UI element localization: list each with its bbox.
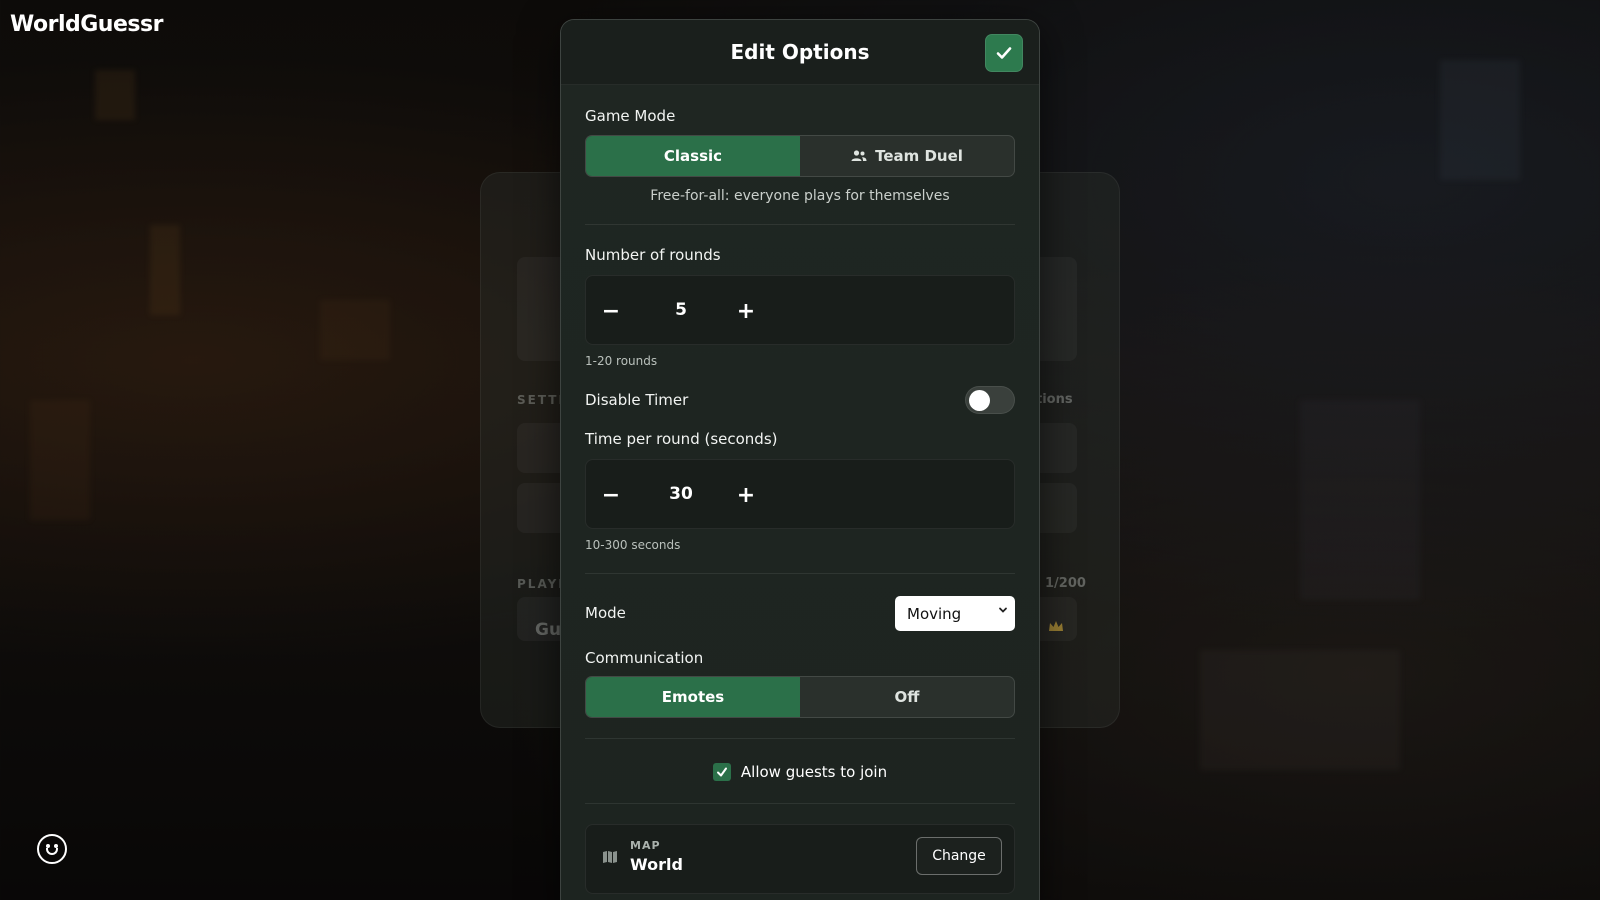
allow-guests-row: Allow guests to join xyxy=(561,763,1039,781)
lobby-options-text: tions xyxy=(1036,392,1073,407)
emote-button[interactable] xyxy=(37,834,67,864)
app-logo[interactable]: WorldGuessr xyxy=(10,12,163,37)
disable-timer-label: Disable Timer xyxy=(585,391,689,409)
lobby-player-count: 1/200 xyxy=(1045,576,1086,591)
modal-title: Edit Options xyxy=(730,40,870,64)
confirm-button[interactable] xyxy=(985,34,1023,72)
allow-guests-checkbox[interactable] xyxy=(712,763,731,781)
game-mode-classic-label: Classic xyxy=(663,147,723,165)
time-decrement-button[interactable]: − xyxy=(598,482,624,508)
communication-selector: Emotes Off xyxy=(585,676,1015,718)
chevron-down-icon xyxy=(999,607,1007,613)
rounds-hint: 1-20 rounds xyxy=(585,354,658,368)
map-card: MAP World Change xyxy=(585,824,1015,894)
communication-emotes-label: Emotes xyxy=(661,688,725,706)
users-icon xyxy=(851,150,867,161)
time-value[interactable]: 30 xyxy=(646,484,716,504)
map-icon xyxy=(603,851,617,863)
toggle-knob xyxy=(969,390,990,411)
check-icon xyxy=(996,47,1012,59)
check-icon xyxy=(716,767,727,777)
game-mode-team-duel-label: Team Duel xyxy=(875,147,963,165)
divider xyxy=(585,738,1015,739)
modal-header: Edit Options xyxy=(561,20,1039,85)
rounds-label: Number of rounds xyxy=(585,246,721,264)
disable-timer-toggle[interactable] xyxy=(965,386,1015,414)
time-hint: 10-300 seconds xyxy=(585,538,681,552)
change-map-button[interactable]: Change xyxy=(916,837,1002,875)
communication-off[interactable]: Off xyxy=(800,677,1014,717)
divider xyxy=(585,573,1015,574)
game-mode-team-duel[interactable]: Team Duel xyxy=(800,136,1014,176)
map-label: MAP xyxy=(630,839,661,852)
game-mode-description: Free-for-all: everyone plays for themsel… xyxy=(650,188,950,204)
divider xyxy=(585,803,1015,804)
game-mode-selector: Classic Team Duel xyxy=(585,135,1015,177)
map-name: World xyxy=(630,855,683,874)
rounds-value[interactable]: 5 xyxy=(646,300,716,320)
communication-label: Communication xyxy=(585,649,704,667)
time-increment-button[interactable]: + xyxy=(733,482,759,508)
rounds-increment-button[interactable]: + xyxy=(733,298,759,324)
mode-select[interactable]: Moving xyxy=(895,596,1015,631)
rounds-stepper: − 5 + xyxy=(585,275,1015,345)
lobby-player-name: Gu xyxy=(535,620,562,640)
lobby-settings-label: SETTI xyxy=(517,393,565,407)
divider xyxy=(585,224,1015,225)
communication-emotes[interactable]: Emotes xyxy=(586,677,800,717)
allow-guests-label[interactable]: Allow guests to join xyxy=(741,763,887,781)
game-mode-label: Game Mode xyxy=(585,107,676,125)
mode-select-value: Moving xyxy=(907,604,962,623)
crown-icon xyxy=(1049,621,1063,631)
time-stepper: − 30 + xyxy=(585,459,1015,529)
rounds-decrement-button[interactable]: − xyxy=(598,298,624,324)
game-mode-classic[interactable]: Classic xyxy=(586,136,800,176)
edit-options-modal: Edit Options Game Mode Classic Team Duel… xyxy=(560,19,1040,900)
communication-off-label: Off xyxy=(894,688,920,706)
mode-label: Mode xyxy=(585,604,626,622)
time-per-round-label: Time per round (seconds) xyxy=(585,430,778,448)
